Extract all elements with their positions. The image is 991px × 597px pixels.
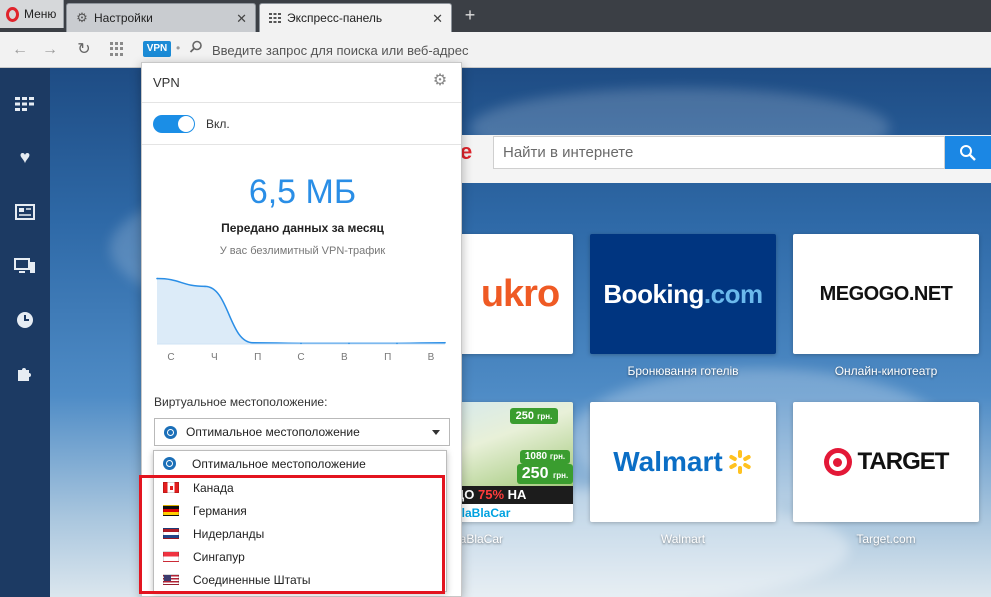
speed-dial-icon[interactable] xyxy=(13,92,37,116)
day-tick-label: В xyxy=(341,352,348,363)
location-select[interactable]: Оптимальное местоположение xyxy=(154,418,450,446)
day-tick-label: С xyxy=(167,352,174,363)
traffic-caption: Передано данных за месяц xyxy=(221,221,384,235)
new-tab-button[interactable]: + xyxy=(460,5,480,25)
location-label: Виртуальное местоположение: xyxy=(154,395,328,409)
traffic-point xyxy=(444,341,446,344)
walmart-spark-icon xyxy=(729,450,751,474)
tab-title: Настройки xyxy=(94,11,153,25)
separator-dot: • xyxy=(176,41,181,55)
address-input[interactable] xyxy=(212,39,972,61)
vpn-badge-button[interactable]: VPN xyxy=(143,41,171,57)
traffic-point xyxy=(300,342,302,345)
menu-label: Меню xyxy=(24,7,57,21)
target-logo: TARGET xyxy=(823,448,949,476)
globe-icon xyxy=(163,457,176,470)
vpn-toggle-switch[interactable] xyxy=(153,115,195,133)
vpn-header: VPN ⚙ xyxy=(142,63,461,103)
devices-icon[interactable] xyxy=(13,254,37,278)
heart-icon[interactable]: ♥ xyxy=(13,145,37,169)
opera-logo-icon xyxy=(6,6,19,22)
speed-dial-tile-megogo[interactable]: MEGOGO.NET xyxy=(793,234,979,354)
aukro-logo: ukro xyxy=(480,272,560,315)
vpn-toggle-row: Вкл. xyxy=(142,103,461,145)
search-icon xyxy=(960,144,976,161)
tab-speed-dial[interactable]: Экспресс-панель ✕ xyxy=(259,3,452,32)
traffic-note: У вас безлимитный VPN-трафик xyxy=(219,245,386,257)
sidebar: ♥ xyxy=(0,68,50,597)
traffic-chart: СЧПСВПВ xyxy=(156,277,446,363)
day-tick-label: П xyxy=(384,352,391,363)
close-icon[interactable]: ✕ xyxy=(236,11,247,27)
traffic-point xyxy=(396,342,398,345)
tab-bar: Меню ⚙ Настройки ✕ Экспресс-панель ✕ + xyxy=(0,0,991,32)
target-bullseye-icon xyxy=(823,448,852,476)
tab-settings[interactable]: ⚙ Настройки ✕ xyxy=(66,3,256,32)
back-arrow-icon[interactable]: ← xyxy=(10,40,30,60)
chevron-down-icon xyxy=(432,430,440,435)
traffic-point xyxy=(348,342,350,345)
globe-icon xyxy=(164,425,177,439)
history-clock-icon[interactable] xyxy=(13,308,37,332)
traffic-area xyxy=(157,278,445,344)
news-icon[interactable] xyxy=(13,200,37,224)
promo-price: 1080 грн. xyxy=(520,450,570,464)
speed-dial-tile-target[interactable]: TARGET xyxy=(793,402,979,522)
highlight-annotation-box xyxy=(139,475,445,594)
web-search-button[interactable] xyxy=(945,136,991,169)
gear-icon[interactable]: ⚙ xyxy=(431,72,449,90)
tab-title: Экспресс-панель xyxy=(287,11,383,25)
day-tick-label: Ч xyxy=(211,352,218,363)
promo-price: 250 грн. xyxy=(517,464,573,484)
speed-dial-tile-booking[interactable]: Booking.com xyxy=(590,234,776,354)
location-option-label: Оптимальное местоположение xyxy=(192,456,366,471)
menu-button[interactable]: Меню xyxy=(0,0,64,28)
traffic-point xyxy=(156,277,158,280)
traffic-point xyxy=(204,285,206,288)
web-search-input[interactable] xyxy=(493,136,945,169)
booking-logo: Booking.com xyxy=(603,278,763,309)
walmart-logo: Walmart xyxy=(613,446,752,478)
speed-dial-icon xyxy=(268,11,282,25)
tile-label: Target.com xyxy=(856,532,916,546)
forward-arrow-icon[interactable]: → xyxy=(40,40,60,60)
location-option[interactable]: Оптимальное местоположение xyxy=(154,452,446,475)
megogo-logo: MEGOGO.NET xyxy=(819,282,953,305)
speed-dial-grid-icon[interactable] xyxy=(110,42,124,56)
tile-label: Бронювання готелів xyxy=(627,364,739,378)
day-tick-label: В xyxy=(428,352,435,363)
vpn-toggle-label: Вкл. xyxy=(206,117,230,131)
traffic-value: 6,5 МБ xyxy=(248,173,357,211)
day-tick-label: П xyxy=(254,352,261,363)
tile-label: Онлайн-кинотеатр xyxy=(834,364,938,378)
gear-icon: ⚙ xyxy=(76,10,88,25)
extensions-puzzle-icon[interactable] xyxy=(13,362,37,386)
vpn-title: VPN xyxy=(153,75,180,90)
tile-label: Walmart xyxy=(660,532,706,546)
selected-location: Оптимальное местоположение xyxy=(186,425,360,439)
reload-icon[interactable]: ↻ xyxy=(74,40,94,60)
day-tick-label: С xyxy=(297,352,304,363)
promo-price: 250 грн. xyxy=(510,408,558,424)
traffic-point xyxy=(252,341,254,344)
close-icon[interactable]: ✕ xyxy=(432,11,443,27)
search-icon xyxy=(189,40,205,56)
speed-dial-tile-walmart[interactable]: Walmart xyxy=(590,402,776,522)
